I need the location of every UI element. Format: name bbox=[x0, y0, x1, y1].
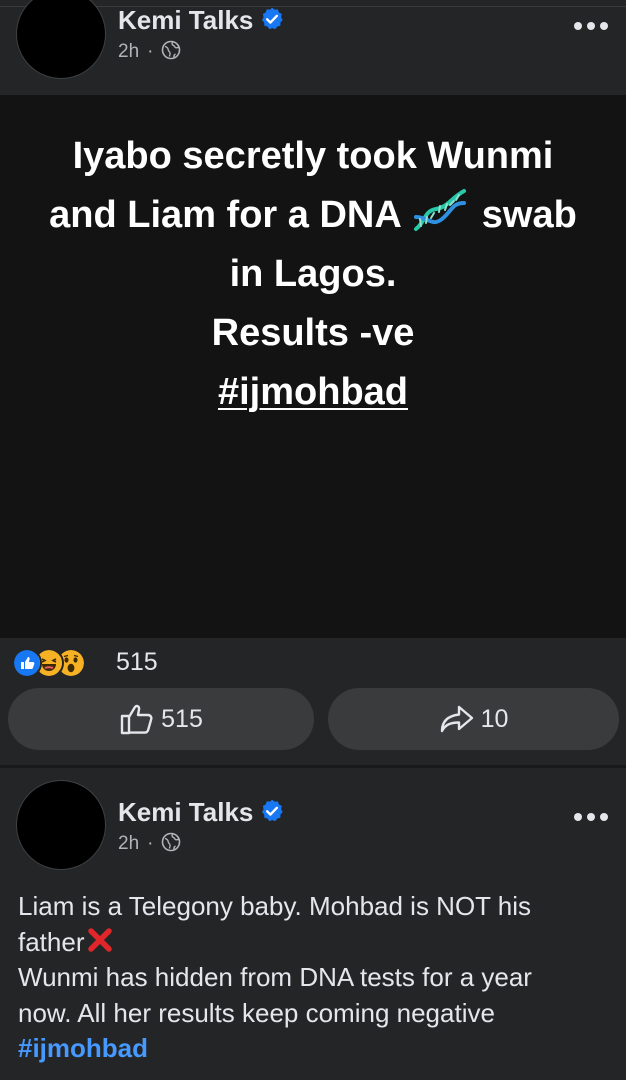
verified-badge-icon bbox=[262, 7, 283, 30]
more-options-icon[interactable] bbox=[574, 813, 610, 825]
body-hashtag[interactable]: #ijmohbad bbox=[18, 1031, 618, 1067]
headline-line-3: in Lagos. bbox=[229, 253, 397, 295]
like-reaction-icon bbox=[12, 648, 42, 678]
share-arrow-icon bbox=[440, 705, 473, 733]
headline-hashtag-line: #ijmohbad bbox=[0, 363, 626, 422]
headline-line-2b: swab bbox=[481, 194, 577, 236]
post-meta: 2h · bbox=[118, 40, 181, 63]
body-line-1: Liam is a Telegony baby. Mohbad is NOT h… bbox=[18, 891, 532, 921]
body-line-2: father bbox=[18, 925, 618, 961]
thumbs-up-icon bbox=[120, 704, 153, 735]
headline-line-4: Results -ve bbox=[211, 312, 415, 354]
body-line-3: Wunmi has hidden from DNA tests for a ye… bbox=[18, 962, 532, 992]
post-meta-2: 2h · bbox=[118, 832, 181, 855]
post-time-2[interactable]: 2h bbox=[118, 833, 139, 854]
red-cross-emoji-icon bbox=[87, 927, 112, 952]
dna-emoji-icon bbox=[413, 189, 466, 231]
post-time[interactable]: 2h bbox=[118, 41, 139, 62]
globe-icon bbox=[162, 832, 181, 852]
meta-separator-2: · bbox=[147, 833, 154, 854]
author-name-2[interactable]: Kemi Talks bbox=[118, 797, 285, 828]
author-name-text[interactable]: Kemi Talks bbox=[118, 5, 253, 35]
like-button[interactable]: 515 bbox=[8, 688, 314, 750]
post-body-text: Liam is a Telegony baby. Mohbad is NOT h… bbox=[18, 889, 618, 1067]
share-count: 10 bbox=[480, 704, 509, 733]
body-line-2-text: father bbox=[18, 926, 85, 957]
headline-hashtag[interactable]: #ijmohbad bbox=[218, 371, 408, 413]
more-options-icon[interactable] bbox=[574, 22, 610, 34]
author-name[interactable]: Kemi Talks bbox=[118, 5, 285, 36]
headline-line-2a: and Liam for a DNA bbox=[49, 194, 402, 236]
verified-badge-icon bbox=[262, 799, 283, 822]
like-count: 515 bbox=[161, 704, 203, 733]
reaction-count[interactable]: 515 bbox=[116, 648, 158, 676]
meta-separator: · bbox=[147, 41, 154, 62]
headline-line-1: Iyabo secretly took Wunmi bbox=[72, 135, 554, 177]
author-avatar-2[interactable] bbox=[17, 781, 105, 869]
headline-line-2: and Liam for a DNA swab bbox=[0, 186, 626, 245]
share-button[interactable]: 10 bbox=[328, 688, 619, 750]
post-headline: Iyabo secretly took Wunmi and Liam for a… bbox=[0, 127, 626, 422]
body-line-4: now. All her results keep coming negativ… bbox=[18, 997, 495, 1028]
globe-icon bbox=[162, 40, 181, 60]
author-name-text-2[interactable]: Kemi Talks bbox=[118, 797, 253, 827]
